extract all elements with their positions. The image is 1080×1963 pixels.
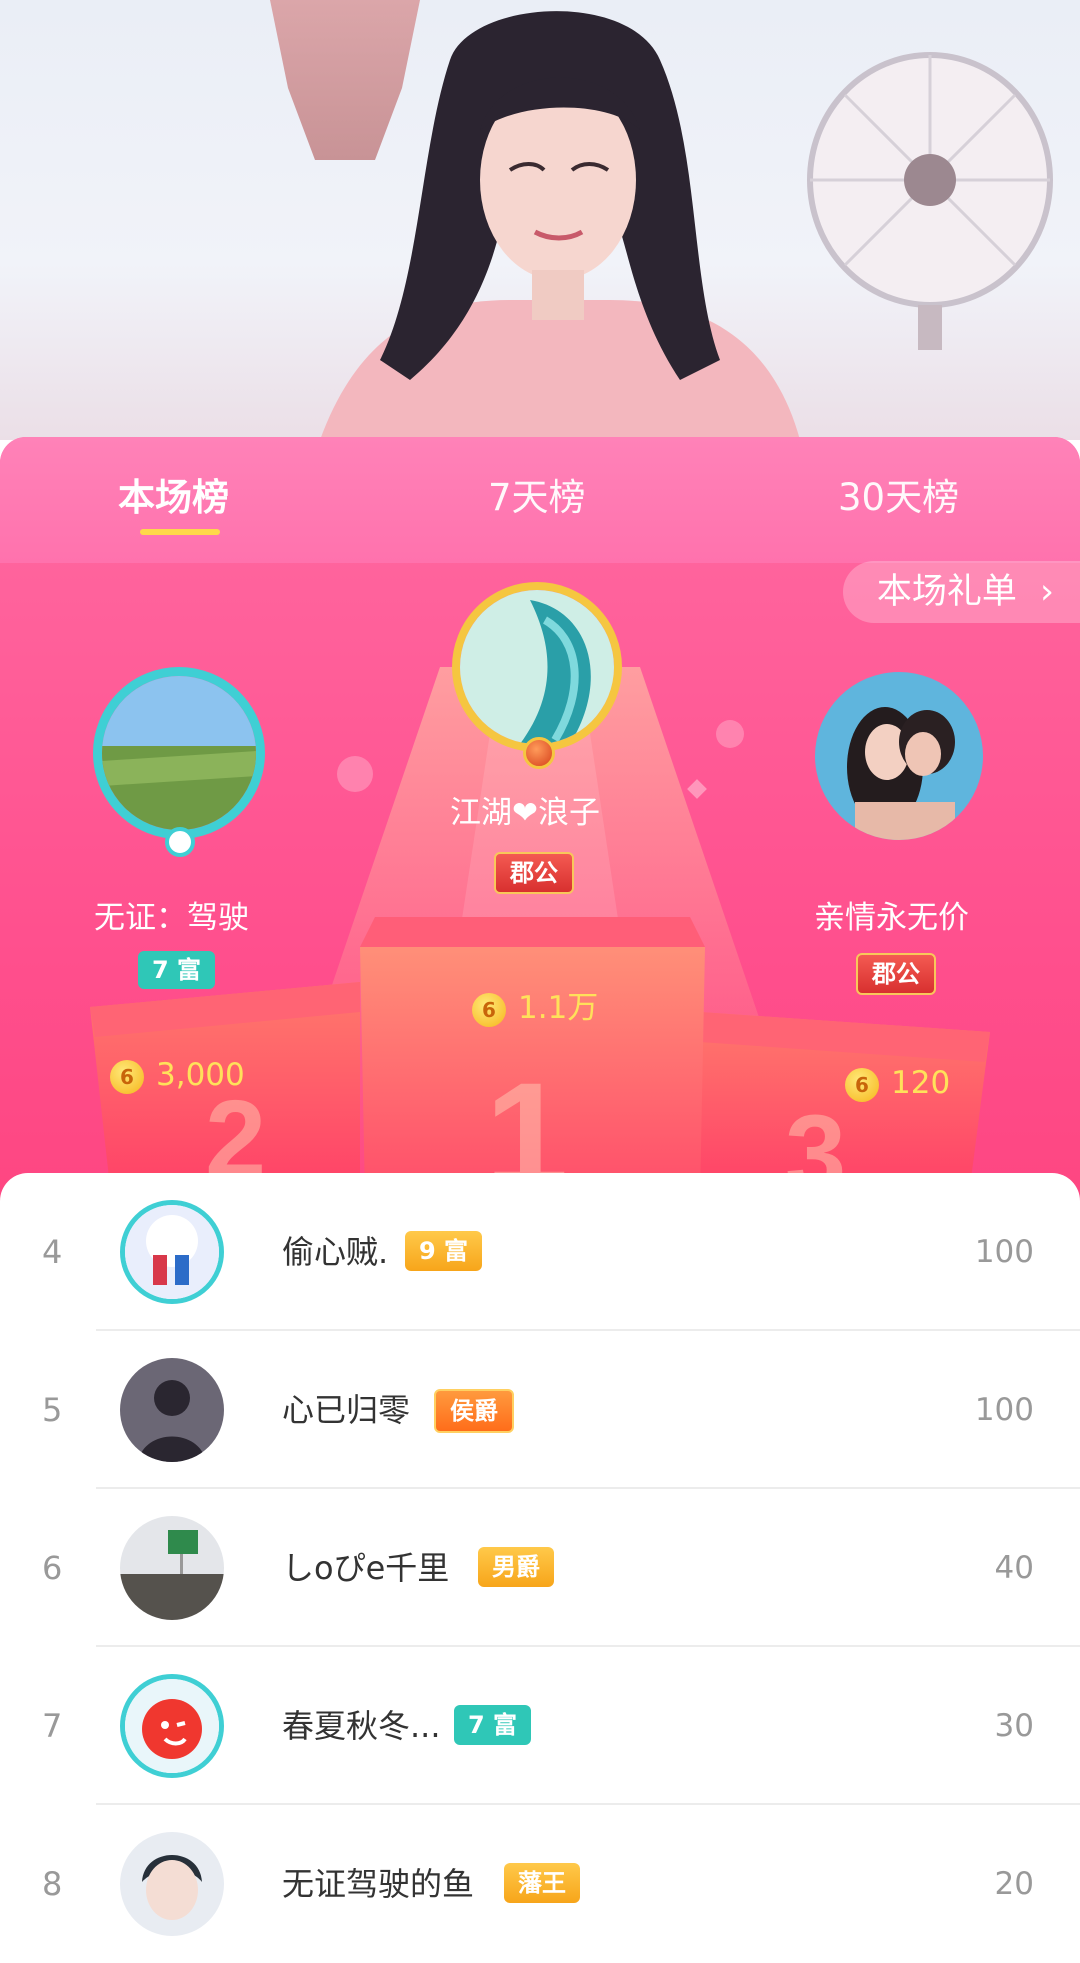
user-badge: 9 富 [405,1231,483,1271]
rank-number: 5 [42,1391,63,1429]
third-place-name: 亲情永无价 [814,900,969,936]
user-badge: 男爵 [478,1547,554,1587]
user-score: 40 [994,1550,1034,1586]
list-item[interactable]: 5 心已归零 侯爵 100 [0,1331,1080,1489]
first-place-badge: 郡公 [494,852,574,894]
user-name: しoぴe千里 [282,1549,450,1587]
first-place-avatar[interactable] [452,582,622,752]
user-avatar [120,1200,224,1304]
user-name: 春夏秋冬... [282,1707,441,1745]
list-item[interactable]: 4 偷心贼. 9 富 100 [0,1173,1080,1331]
user-name: 心已归零 [282,1391,411,1429]
first-place-coins: 6 1.1万 [472,982,598,1027]
third-place-coin-value: 120 [891,1065,951,1101]
rank-number: 4 [42,1233,63,1271]
third-place-avatar[interactable] [815,672,983,840]
first-place-name: 江湖❤浪子 [450,795,600,831]
second-place-badge: 7 富 [138,951,216,989]
first-place-frame-gem-icon [523,737,555,769]
list-item[interactable]: 8 无证驾驶的鱼 藩王 20 [0,1805,1080,1963]
second-place-coin-value: 3,000 [156,1057,245,1093]
rank-number: 8 [42,1865,63,1903]
live-video[interactable] [0,0,1080,440]
coin-icon: 6 [472,992,506,1027]
gift-list-button[interactable]: 本场礼单 › [842,561,1080,623]
rank-number: 6 [42,1549,63,1587]
user-name: 无证驾驶的鱼 [282,1865,475,1903]
second-place-frame-dot-icon [165,827,195,857]
first-place-coin-value: 1.1万 [518,990,599,1026]
user-avatar [120,1674,224,1778]
second-place-avatar[interactable] [93,667,265,839]
gift-list-label: 本场礼单 [876,572,1017,612]
second-place-name: 无证：驾驶 [94,900,249,936]
user-avatar [120,1832,224,1936]
coin-icon: 6 [110,1059,144,1094]
user-avatar [120,1358,224,1462]
second-place-coins: 6 3,000 [110,1057,245,1094]
ranking-list: 4 偷心贼. 9 富 100 5 心已归零 侯爵 100 6 しoぴe千里 男爵… [0,1173,1080,1936]
third-place-coins: 6 120 [845,1065,950,1102]
tab-7-days[interactable]: 7天榜 [488,467,586,521]
tab-bar: 本场榜 7天榜 30天榜 [0,437,1080,563]
list-item[interactable]: 7 春夏秋冬... 7 富 30 [0,1647,1080,1805]
user-score: 30 [994,1708,1034,1744]
rank-number: 7 [42,1707,63,1745]
streamer [320,11,800,440]
tab-30-days[interactable]: 30天榜 [838,467,959,521]
user-badge: 藩王 [504,1863,580,1903]
active-tab-indicator [140,529,220,535]
tab-this-session[interactable]: 本场榜 [118,467,229,521]
third-place-badge: 郡公 [856,953,936,995]
user-score: 100 [974,1234,1034,1270]
coin-icon: 6 [845,1067,879,1102]
chevron-right-icon: › [1040,572,1054,612]
umbrella-light [807,52,1053,350]
list-item[interactable]: 6 しoぴe千里 男爵 40 [0,1489,1080,1647]
user-name: 偷心贼. [282,1233,389,1271]
user-badge: 7 富 [454,1705,532,1745]
user-score: 100 [974,1392,1034,1428]
user-badge: 侯爵 [434,1389,514,1433]
user-avatar [120,1516,224,1620]
user-score: 20 [994,1866,1034,1902]
